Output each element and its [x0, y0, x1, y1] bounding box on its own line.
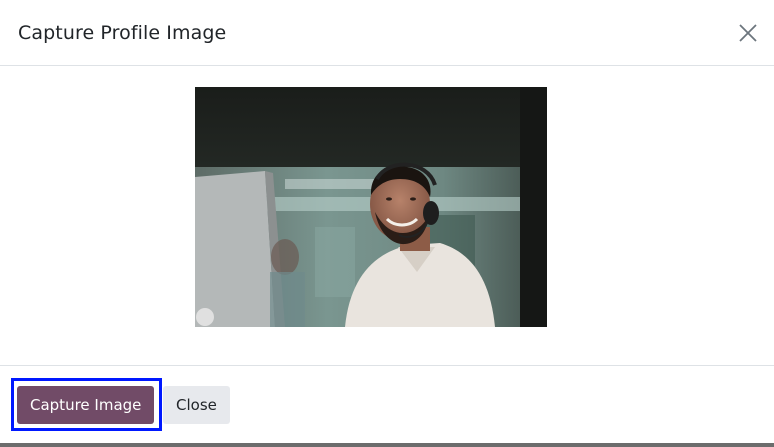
webcam-preview	[195, 87, 547, 327]
close-x-icon[interactable]	[737, 22, 759, 44]
capture-profile-image-dialog: Capture Profile Image Capture Image Clos…	[0, 0, 774, 447]
capture-image-button[interactable]: Capture Image	[17, 386, 155, 424]
dialog-title: Capture Profile Image	[18, 22, 227, 44]
webcam-frame-image	[195, 87, 547, 327]
dialog-footer: Capture Image Close	[0, 365, 774, 443]
bottom-edge	[0, 443, 774, 447]
dialog-header: Capture Profile Image	[0, 0, 774, 66]
dialog-body	[0, 66, 774, 365]
close-button[interactable]: Close	[163, 386, 230, 424]
